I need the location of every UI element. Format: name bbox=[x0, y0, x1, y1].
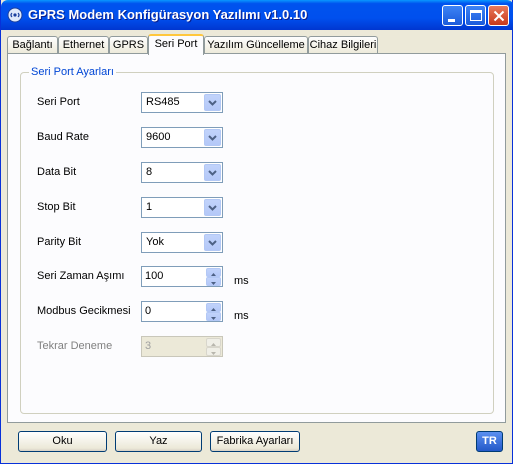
chevron-down-icon[interactable] bbox=[204, 199, 221, 216]
serial-timeout-stepper[interactable]: 100 bbox=[141, 266, 223, 287]
tab-baglanti[interactable]: Bağlantı bbox=[7, 36, 58, 54]
language-button[interactable]: TR bbox=[476, 431, 503, 452]
modbus-delay-unit: ms bbox=[234, 310, 249, 322]
tab-seri-port[interactable]: Seri Port bbox=[148, 34, 204, 55]
baud-rate-select[interactable]: 9600 bbox=[141, 127, 223, 148]
modbus-delay-value: 0 bbox=[145, 305, 152, 317]
window-title: GPRS Modem Konfigürasyon Yazılımı v1.0.1… bbox=[28, 7, 308, 22]
chevron-down-icon[interactable] bbox=[204, 94, 221, 111]
retry-label: Tekrar Deneme bbox=[37, 340, 113, 352]
serial-timeout-unit: ms bbox=[234, 275, 249, 287]
stop-bit-select[interactable]: 1 bbox=[141, 197, 223, 218]
stop-bit-value: 1 bbox=[146, 201, 153, 213]
spin-down-icon[interactable] bbox=[206, 277, 221, 286]
app-window: GPRS Modem Konfigürasyon Yazılımı v1.0.1… bbox=[0, 0, 513, 464]
maximize-button[interactable] bbox=[465, 5, 486, 26]
stop-bit-label: Stop Bit bbox=[37, 201, 76, 213]
baud-rate-label: Baud Rate bbox=[37, 131, 89, 143]
parity-bit-label: Parity Bit bbox=[37, 236, 82, 248]
spin-down-icon bbox=[206, 347, 221, 356]
spin-down-icon[interactable] bbox=[206, 312, 221, 321]
serial-port-select[interactable]: RS485 bbox=[141, 92, 223, 113]
serial-timeout-value: 100 bbox=[145, 270, 164, 282]
close-icon bbox=[493, 10, 505, 22]
spin-up-icon[interactable] bbox=[206, 303, 221, 312]
spin-up-icon[interactable] bbox=[206, 268, 221, 277]
minimize-button[interactable] bbox=[442, 5, 463, 26]
retry-stepper: 3 bbox=[141, 336, 223, 357]
tab-gprs[interactable]: GPRS bbox=[109, 36, 148, 54]
tab-cihaz-bilgileri[interactable]: Cihaz Bilgileri bbox=[308, 36, 378, 54]
baud-rate-value: 9600 bbox=[146, 131, 171, 143]
read-button[interactable]: Oku bbox=[18, 431, 107, 452]
data-bit-select[interactable]: 8 bbox=[141, 162, 223, 183]
modbus-delay-label: Modbus Gecikmesi bbox=[37, 305, 131, 317]
chevron-down-icon[interactable] bbox=[204, 234, 221, 251]
tab-yazilim-guncelleme[interactable]: Yazılım Güncelleme bbox=[204, 36, 308, 54]
title-bar[interactable]: GPRS Modem Konfigürasyon Yazılımı v1.0.1… bbox=[1, 0, 513, 30]
write-button[interactable]: Yaz bbox=[115, 431, 202, 452]
data-bit-label: Data Bit bbox=[37, 166, 77, 178]
data-bit-value: 8 bbox=[146, 166, 153, 178]
parity-bit-select[interactable]: Yok bbox=[141, 232, 223, 253]
serial-settings-group: Seri Port Ayarları bbox=[20, 66, 494, 414]
retry-value: 3 bbox=[145, 340, 152, 352]
chevron-down-icon[interactable] bbox=[204, 164, 221, 181]
parity-bit-value: Yok bbox=[146, 236, 164, 248]
serial-port-label: Seri Port bbox=[37, 96, 80, 108]
group-title: Seri Port Ayarları bbox=[29, 66, 116, 78]
minimize-icon bbox=[448, 19, 455, 22]
maximize-icon bbox=[470, 10, 482, 21]
tab-ethernet[interactable]: Ethernet bbox=[58, 36, 109, 54]
serial-port-value: RS485 bbox=[146, 96, 180, 108]
chevron-down-icon[interactable] bbox=[204, 129, 221, 146]
modem-signal-icon bbox=[7, 7, 23, 23]
serial-timeout-label: Seri Zaman Aşımı bbox=[37, 270, 125, 282]
close-button[interactable] bbox=[488, 5, 509, 26]
factory-reset-button[interactable]: Fabrika Ayarları bbox=[210, 431, 300, 452]
tab-panel-seri-port: Seri Port Ayarları bbox=[7, 53, 506, 423]
spin-up-icon bbox=[206, 338, 221, 347]
modbus-delay-stepper[interactable]: 0 bbox=[141, 301, 223, 322]
